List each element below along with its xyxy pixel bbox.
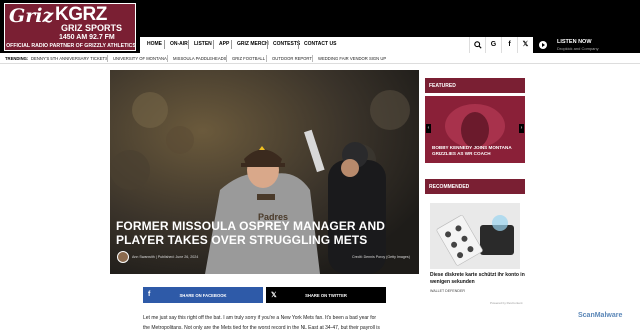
nav-divider	[231, 40, 232, 49]
listen-now-button[interactable]: LISTEN NOW Dropkick and Company	[535, 37, 640, 53]
trending-bar: TRENDING: DENNY'S 5TH ANNIVERSARY TICKET…	[0, 53, 640, 64]
trending-link[interactable]: GRIZ FOOTBALL	[232, 56, 265, 61]
facebook-icon[interactable]: f	[501, 37, 517, 53]
logo-sports-text: GRIZ SPORTS	[61, 23, 123, 33]
trending-link[interactable]: MISSOULA PADDLEHEADS	[173, 56, 226, 61]
nav-divider	[164, 40, 165, 49]
share-facebook-label: SHARE ON FACEBOOK	[179, 293, 227, 298]
article-paragraph: the Metropolitans. Not only are the Mets…	[143, 325, 380, 331]
trending-divider	[167, 55, 168, 62]
nav-divider	[188, 40, 189, 49]
article-hero-image: Padres FORMER MISSOULA OSPREY MANAGER AN…	[110, 70, 419, 274]
wallet-card-photo	[430, 203, 520, 269]
play-triangle	[542, 43, 545, 47]
logo-tagline: OFFICIAL RADIO PARTNER OF GRIZZLY ATHLET…	[6, 43, 136, 49]
nav-divider	[298, 40, 299, 49]
author-avatar	[117, 251, 129, 263]
nav-item-app[interactable]: APP	[219, 41, 229, 47]
featured-header: FEATURED	[425, 78, 525, 93]
logo-frequency: 1450 AM 92.7 FM	[59, 34, 115, 41]
nav-item-home[interactable]: HOME	[147, 41, 162, 47]
x-icon[interactable]: 𝕏	[517, 37, 533, 53]
trending-link[interactable]: OUTDOOR REPORT	[272, 56, 312, 61]
trending-link[interactable]: DENNY'S 5TH ANNIVERSARY TICKETS	[31, 56, 108, 61]
nav-divider	[213, 40, 214, 49]
nav-item-griz-merch[interactable]: GRIZ MERCH	[237, 41, 269, 47]
nav-item-contests[interactable]: CONTESTS	[273, 41, 300, 47]
trending-link[interactable]: WEDDING FAIR VENDOR SIGN UP	[318, 56, 386, 61]
listen-now-label: LISTEN NOW	[557, 39, 592, 45]
station-logo[interactable]: Griz KGRZ GRIZ SPORTS 1450 AM 92.7 FM OF…	[4, 3, 136, 51]
recommended-header: RECOMMENDED	[425, 179, 525, 194]
recommended-label: RECOMMENDED	[429, 184, 470, 190]
trending-divider	[226, 55, 227, 62]
nav-item-listen[interactable]: LISTEN	[194, 41, 212, 47]
nav-divider	[267, 40, 268, 49]
featured-label: FEATURED	[429, 83, 456, 89]
logo-griz-text: Griz	[9, 5, 54, 27]
scanmalware-watermark: ScanMalware	[578, 312, 623, 319]
nav-item-on-air[interactable]: ON-AIR	[170, 41, 188, 47]
carousel-next-icon[interactable]: ›	[519, 124, 524, 133]
share-facebook-button[interactable]: f SHARE ON FACEBOOK	[143, 287, 263, 303]
search-icon[interactable]	[469, 37, 485, 53]
photo-credit: Credit: Dennis Poroy (Getty Images)	[352, 255, 410, 259]
ad-powered-by: Powered by RevContent	[490, 301, 523, 305]
now-playing-show: Dropkick and Company	[557, 46, 599, 51]
carousel-prev-icon[interactable]: ‹	[426, 124, 431, 133]
nav-item-contact-us[interactable]: CONTACT US	[304, 41, 336, 47]
article-headline: FORMER MISSOULA OSPREY MANAGER AND PLAYE…	[116, 219, 385, 247]
article-paragraph: Let me just say this right off the bat. …	[143, 315, 377, 321]
share-twitter-button[interactable]: 𝕏 SHARE ON TWITTER	[266, 287, 386, 303]
article-byline: Ann Swanwith | Published: June 26, 2024	[132, 255, 199, 259]
trending-divider	[266, 55, 267, 62]
ad-source: WALLET DEFENDER	[430, 289, 465, 293]
ad-image[interactable]	[430, 203, 520, 269]
featured-card[interactable]: ‹ › BOBBY KENNEDY JOINS MONTANA GRIZZLIE…	[425, 96, 525, 163]
ad-title[interactable]: Diese diskrete karte schützt ihr konto i…	[430, 272, 525, 285]
share-twitter-label: SHARE ON TWITTER	[305, 293, 347, 298]
google-icon[interactable]: G	[485, 37, 501, 53]
trending-label: TRENDING:	[5, 56, 29, 61]
trending-link[interactable]: UNIVERSITY OF MONTANA	[113, 56, 167, 61]
trending-divider	[107, 55, 108, 62]
main-nav: HOME ON-AIR LISTEN APP GRIZ MERCH CONTES…	[140, 37, 469, 53]
trending-divider	[312, 55, 313, 62]
featured-title: BOBBY KENNEDY JOINS MONTANA GRIZZLIES AS…	[432, 145, 512, 156]
